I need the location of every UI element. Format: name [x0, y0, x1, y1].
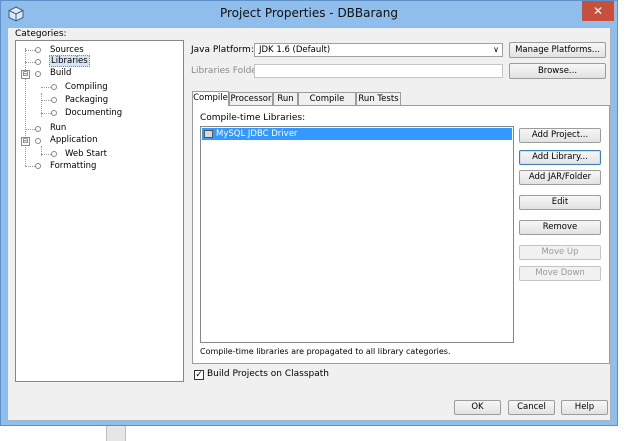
collapse-build-toggle[interactable]: ⊟	[21, 70, 30, 79]
compile-tab-panel: Compile-time Libraries: MySQL JDBC Drive…	[192, 105, 610, 364]
tab-compile-tests[interactable]: Compile Tests	[298, 92, 356, 117]
category-build[interactable]: Build	[50, 68, 71, 78]
java-platform-label: Java Platform:	[191, 45, 254, 55]
category-sources[interactable]: Sources	[50, 45, 84, 55]
move-up-button[interactable]: Move Up	[519, 245, 601, 260]
tree-node-icon	[35, 126, 41, 132]
category-libraries[interactable]: Libraries	[49, 55, 90, 67]
help-button[interactable]: Help	[561, 400, 608, 415]
category-label: Documenting	[65, 108, 123, 118]
categories-label: Categories:	[15, 29, 67, 39]
library-jar-icon	[204, 130, 213, 138]
propagation-note: Compile-time libraries are propagated to…	[200, 347, 451, 356]
tree-node-icon	[35, 71, 41, 77]
build-on-classpath-label: Build Projects on Classpath	[207, 369, 330, 379]
close-button[interactable]: ✕	[582, 1, 614, 21]
category-documenting[interactable]: Documenting	[65, 108, 122, 118]
tree-node-icon	[35, 163, 41, 169]
tree-node-icon	[35, 59, 41, 65]
tree-node-icon	[51, 110, 57, 116]
libraries-folder-label: Libraries Folder:	[191, 66, 264, 76]
dialog-body: Categories: Sources Libraries ⊟ Build Co…	[7, 27, 611, 421]
category-formatting[interactable]: Formatting	[50, 161, 96, 171]
tree-node-icon	[51, 151, 57, 157]
tree-node-icon	[35, 47, 41, 53]
ok-button[interactable]: OK	[454, 400, 501, 415]
manage-platforms-button[interactable]: Manage Platforms...	[509, 42, 606, 58]
category-packaging[interactable]: Packaging	[65, 95, 108, 105]
tab-run-tests[interactable]: Run Tests	[356, 92, 401, 106]
chevron-down-icon: ∨	[493, 45, 499, 54]
compile-time-libraries-label: Compile-time Libraries:	[200, 113, 306, 123]
browse-button[interactable]: Browse...	[509, 63, 606, 79]
cancel-button[interactable]: Cancel	[508, 400, 555, 415]
libraries-folder-input[interactable]	[254, 64, 503, 78]
category-label: Run	[50, 123, 67, 133]
list-item[interactable]: MySQL JDBC Driver	[202, 128, 512, 140]
category-label: Web Start	[65, 149, 107, 159]
compile-time-libraries-list[interactable]: MySQL JDBC Driver	[200, 126, 514, 343]
tree-node-icon	[51, 97, 57, 103]
categories-tree[interactable]: Sources Libraries ⊟ Build Compiling Pack…	[15, 40, 184, 382]
build-on-classpath-checkbox[interactable]: ✓	[194, 370, 204, 380]
java-platform-value: JDK 1.6 (Default)	[259, 45, 331, 55]
category-label: Libraries	[49, 55, 90, 67]
collapse-application-toggle[interactable]: ⊟	[21, 137, 30, 146]
add-project-button[interactable]: Add Project...	[519, 128, 601, 143]
tree-line	[25, 48, 26, 166]
category-label: Application	[50, 135, 98, 145]
tab-compile[interactable]: Compile	[192, 91, 229, 106]
tab-processor[interactable]: Processor	[229, 92, 273, 106]
category-run[interactable]: Run	[50, 123, 66, 133]
window-title: Project Properties - DBBarang	[219, 6, 399, 20]
move-down-button[interactable]: Move Down	[519, 266, 601, 281]
project-properties-window: Project Properties - DBBarang ✕ Categori…	[0, 0, 618, 426]
category-label: Formatting	[50, 161, 97, 171]
category-label: Compiling	[65, 82, 108, 92]
edit-button[interactable]: Edit	[519, 195, 601, 210]
add-library-button[interactable]: Add Library...	[519, 150, 601, 165]
tree-node-icon	[35, 138, 41, 144]
category-application[interactable]: Application	[50, 135, 98, 145]
background-scrollbar[interactable]	[106, 426, 126, 441]
tab-run[interactable]: Run	[273, 92, 298, 106]
category-label: Build	[50, 68, 72, 78]
category-compiling[interactable]: Compiling	[65, 82, 108, 92]
add-jar-folder-button[interactable]: Add JAR/Folder	[519, 170, 601, 185]
tree-node-icon	[51, 84, 57, 90]
remove-button[interactable]: Remove	[519, 220, 601, 235]
category-label: Sources	[50, 45, 84, 55]
category-label: Packaging	[65, 95, 109, 105]
java-platform-select[interactable]: JDK 1.6 (Default) ∨	[254, 43, 503, 57]
title-bar[interactable]: Project Properties - DBBarang ✕	[1, 1, 617, 27]
category-web-start[interactable]: Web Start	[65, 149, 107, 159]
library-name: MySQL JDBC Driver	[216, 129, 298, 139]
